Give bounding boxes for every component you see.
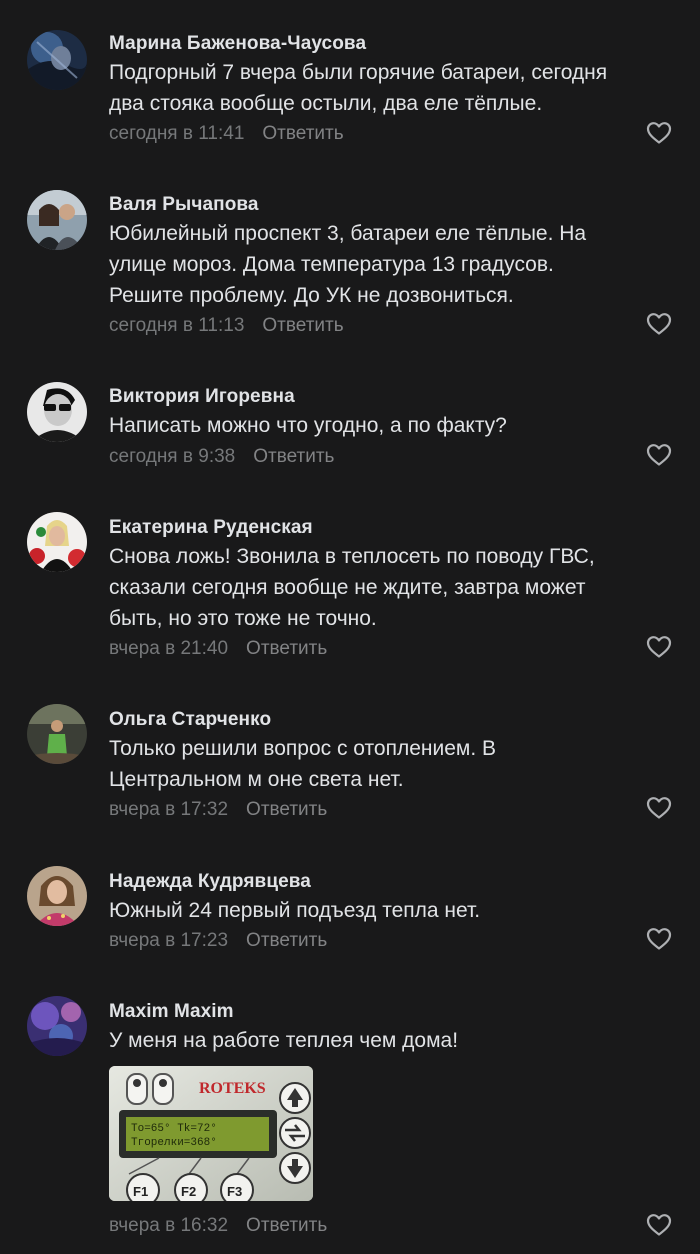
photo-button-label: F2 [181,1184,196,1199]
comment-text: Подгорный 7 вчера были горячие батареи, … [109,57,669,119]
avatar[interactable] [27,382,87,442]
comment-text-line: быть, но это тоже не точно. [109,607,377,630]
comment-meta: сегодня в 11:13 Ответить [109,315,344,337]
like-button[interactable] [646,312,672,336]
reply-button[interactable]: Ответить [246,799,327,820]
comment-meta: вчера в 17:23 Ответить [109,930,327,952]
comment-text-line: Южный 24 первый подъезд тепла нет. [109,899,481,922]
comment-time[interactable]: сегодня в 11:41 [109,123,244,144]
comment-text: Снова ложь! Звонила в теплосеть по повод… [109,541,669,634]
heart-outline-icon [646,1214,672,1236]
photo-display-line-2: Tгорелки=368° [131,1137,217,1149]
avatar[interactable] [27,866,87,926]
comment-meta: сегодня в 9:38 Ответить [109,446,334,468]
comment-text-line: Написать можно что угодно, а по факту? [109,414,507,437]
comment-meta: вчера в 17:32 Ответить [109,799,327,821]
comment-text-line: Юбилейный проспект 3, батареи еле тёплые… [109,222,587,245]
comment-author[interactable]: Ольга Старченко [109,709,271,731]
avatar[interactable] [27,704,87,764]
comment-text: Южный 24 первый подъезд тепла нет. [109,895,669,926]
comment-time[interactable]: вчера в 17:23 [109,930,228,951]
comment-text-line: Центральном м оне света нет. [109,768,404,791]
heart-outline-icon [646,313,672,335]
comment-text: У меня на работе теплея чем дома! [109,1025,669,1056]
comment-author[interactable]: Екатерина Руденская [109,517,313,539]
comment-author[interactable]: Maxim Maxim [109,1001,234,1023]
comment-author[interactable]: Виктория Игоревна [109,386,295,408]
comment-time[interactable]: вчера в 16:32 [109,1215,228,1236]
comment-meta: сегодня в 11:41 Ответить [109,123,344,145]
reply-button[interactable]: Ответить [262,315,343,336]
photo-brand: ROTEKS [199,1080,266,1097]
photo-button-label: F1 [133,1184,148,1199]
heart-outline-icon [646,797,672,819]
comment-time[interactable]: сегодня в 11:13 [109,315,244,336]
comment-text-line: У меня на работе теплея чем дома! [109,1029,459,1052]
photo-display-line-1: To=65° Tk=72° [131,1123,217,1135]
comment-author[interactable]: Валя Рычапова [109,194,259,216]
comment-author[interactable]: Марина Баженова-Чаусова [109,33,366,55]
comment-meta: вчера в 21:40 Ответить [109,638,327,660]
reply-button[interactable]: Ответить [253,446,334,467]
like-button[interactable] [646,443,672,467]
like-button[interactable] [646,121,672,145]
photo-attachment[interactable]: ROTEKS To=65° Tk=72° Tгорелки=368° F1 F2… [109,1066,313,1201]
like-button[interactable] [646,796,672,820]
reply-button[interactable]: Ответить [262,123,343,144]
comment-text-line: Решите проблему. До УК не дозвониться. [109,284,514,307]
comment-text-line: Только решили вопрос с отоплением. В [109,737,496,760]
like-button[interactable] [646,927,672,951]
comment-text: Только решили вопрос с отоплением. В Цен… [109,733,669,795]
comment-text: Юбилейный проспект 3, батареи еле тёплые… [109,218,669,311]
avatar[interactable] [27,30,87,90]
heart-outline-icon [646,444,672,466]
comment-text-line: Снова ложь! Звонила в теплосеть по повод… [109,545,595,568]
comment-author[interactable]: Надежда Кудрявцева [109,871,311,893]
reply-button[interactable]: Ответить [246,638,327,659]
comments-feed: Марина Баженова-Чаусова Подгорный 7 вчер… [0,0,700,1254]
comment-text: Написать можно что угодно, а по факту? [109,410,669,441]
like-button[interactable] [646,635,672,659]
avatar[interactable] [27,996,87,1056]
comment-meta: вчера в 16:32 Ответить [109,1215,327,1237]
comment-text-line: улице мороз. Дома температура 13 градусо… [109,253,554,276]
comment-time[interactable]: сегодня в 9:38 [109,446,235,467]
heart-outline-icon [646,928,672,950]
comment-time[interactable]: вчера в 17:32 [109,799,228,820]
comment-time[interactable]: вчера в 21:40 [109,638,228,659]
comment-text-line: Подгорный 7 вчера были горячие батареи, … [109,61,608,84]
photo-button-label: F3 [227,1184,242,1199]
comment-text-line: сказали сегодня вообще не ждите, завтра … [109,576,586,599]
reply-button[interactable]: Ответить [246,930,327,951]
comment-text-line: два стояка вообще остыли, два еле тёплые… [109,92,543,115]
reply-button[interactable]: Ответить [246,1215,327,1236]
like-button[interactable] [646,1213,672,1237]
heart-outline-icon [646,122,672,144]
avatar[interactable] [27,190,87,250]
heart-outline-icon [646,636,672,658]
avatar[interactable] [27,512,87,572]
